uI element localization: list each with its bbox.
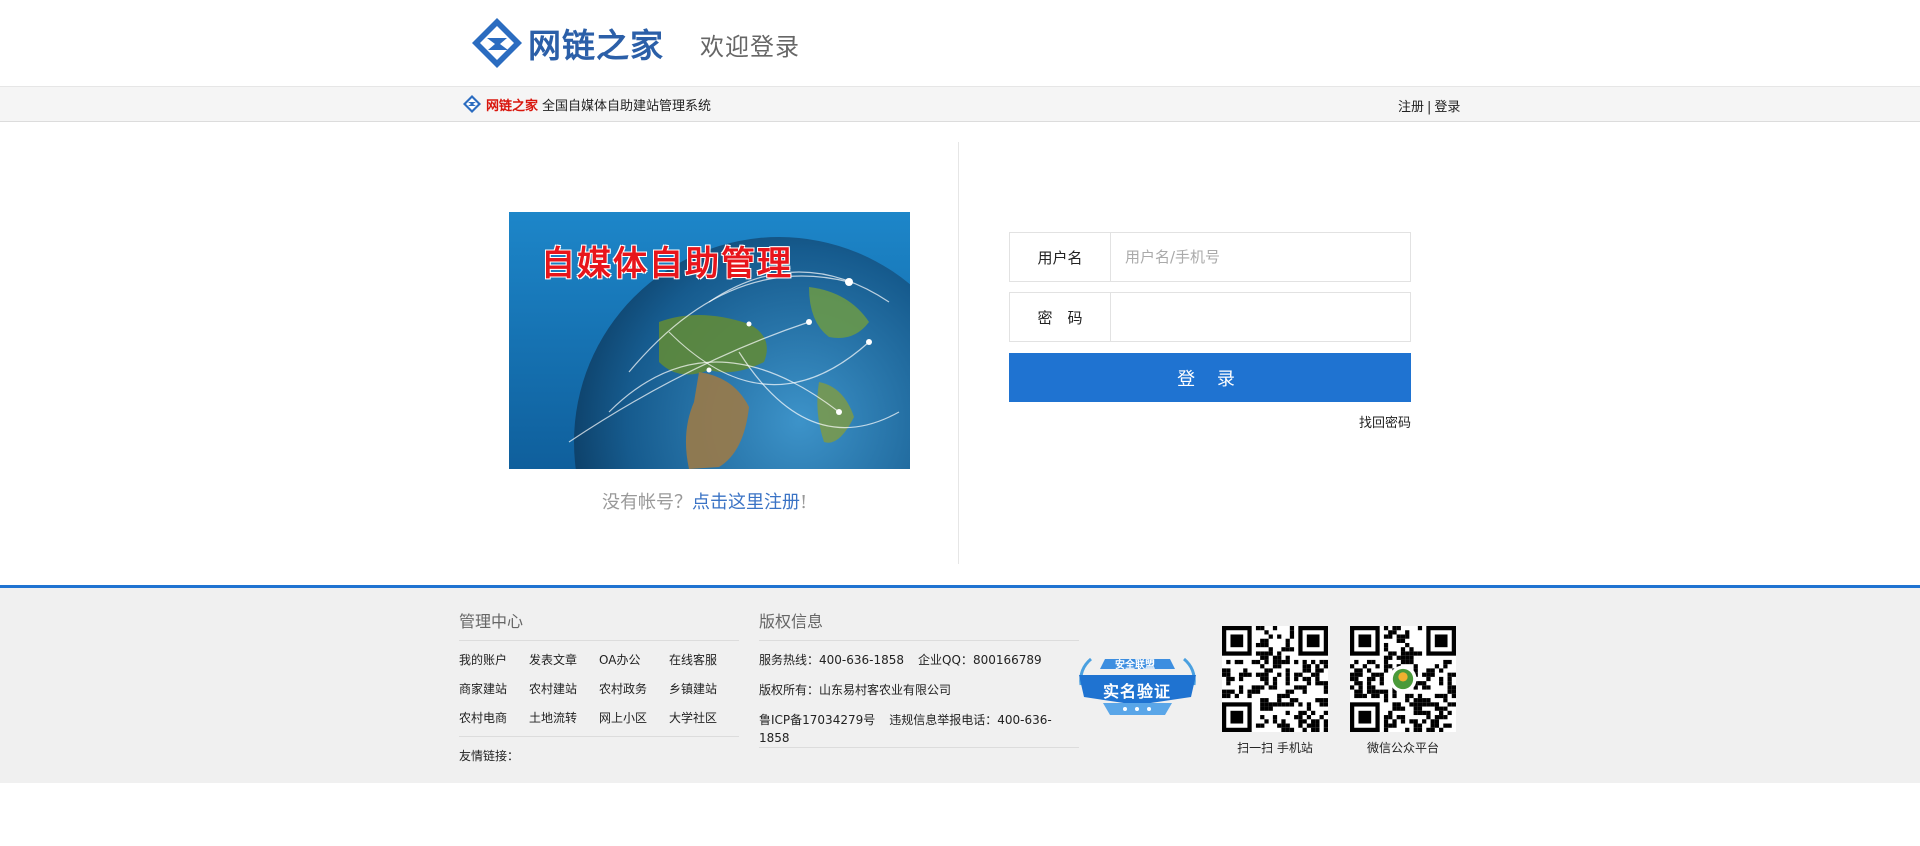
topbar-auth-links: 注册 | 登录 bbox=[1398, 96, 1460, 115]
mobile-qr-caption: 扫一扫 手机站 bbox=[1237, 741, 1313, 755]
copyright-info: 版权信息 服务热线：400-636-1858 企业QQ：800166789 版权所… bbox=[759, 608, 1079, 748]
register-hint: 没有帐号？点击这里注册! bbox=[602, 488, 807, 514]
footer-link-merchant-site[interactable]: 商家建站 bbox=[459, 680, 529, 697]
site-logo[interactable]: 网链之家 bbox=[470, 16, 664, 70]
report-label: 违规信息举报电话： bbox=[889, 713, 998, 727]
username-input[interactable] bbox=[1111, 233, 1410, 281]
footer-link-oa[interactable]: OA办公 bbox=[599, 651, 669, 668]
real-name-verified-badge[interactable]: 安全联盟 实名验证 bbox=[1075, 651, 1200, 721]
banner-title: 自媒体自助管理 bbox=[541, 244, 793, 284]
site-header: 网链之家 欢迎登录 bbox=[0, 0, 1920, 86]
username-field: 用户名 bbox=[1009, 232, 1411, 282]
mobile-qr-code bbox=[1222, 626, 1328, 732]
qq-value: 800166789 bbox=[972, 653, 1042, 667]
footer-link-post-article[interactable]: 发表文章 bbox=[529, 651, 599, 668]
footer-link-online-service[interactable]: 在线客服 bbox=[669, 651, 739, 668]
password-label: 密 码 bbox=[1010, 293, 1111, 341]
footer-link-village-site[interactable]: 农村建站 bbox=[529, 680, 599, 697]
promo-banner: 自媒体自助管理 bbox=[509, 212, 910, 469]
login-link[interactable]: 登录 bbox=[1434, 100, 1460, 115]
login-button[interactable]: 登 录 bbox=[1009, 353, 1411, 402]
management-links: 我的账户 发表文章 OA办公 在线客服 商家建站 农村建站 农村政务 乡镇建站 … bbox=[459, 641, 739, 737]
owner-row: 版权所有：山东易村客农业有限公司 bbox=[759, 681, 1079, 711]
copyright-details: 服务热线：400-636-1858 企业QQ：800166789 版权所有：山东易… bbox=[759, 641, 1079, 748]
footer-link-land-transfer[interactable]: 土地流转 bbox=[529, 709, 599, 726]
password-field: 密 码 bbox=[1009, 292, 1411, 342]
topbar-brand-name: 网链之家 bbox=[486, 98, 539, 114]
icp-row: 鲁ICP备17034279号 违规信息举报电话：400-636-1858 bbox=[759, 711, 1079, 745]
welcome-title: 欢迎登录 bbox=[700, 33, 800, 61]
mini-logo-icon bbox=[463, 95, 481, 113]
footer-link-rural-ecommerce[interactable]: 农村电商 bbox=[459, 709, 529, 726]
forgot-password-link[interactable]: 找回密码 bbox=[1359, 412, 1411, 431]
logo-text: 网链之家 bbox=[528, 26, 664, 65]
badge-main-text: 实名验证 bbox=[1103, 682, 1172, 701]
top-bar: 网链之家 全国自媒体自助建站管理系统 注册 | 登录 bbox=[0, 86, 1920, 122]
register-here-link[interactable]: 点击这里注册 bbox=[692, 492, 800, 513]
password-input[interactable] bbox=[1111, 293, 1410, 341]
vertical-divider bbox=[958, 142, 959, 564]
footer-link-online-community[interactable]: 网上小区 bbox=[599, 709, 669, 726]
qq-label: 企业QQ： bbox=[918, 653, 973, 667]
management-center: 管理中心 我的账户 发表文章 OA办公 在线客服 商家建站 农村建站 农村政务 … bbox=[459, 608, 739, 764]
friend-links-label: 友情链接： bbox=[459, 749, 520, 763]
topbar-description: 全国自媒体自助建站管理系统 bbox=[542, 98, 712, 114]
hotline-value: 400-636-1858 bbox=[819, 653, 905, 667]
owner-value: 山东易村客农业有限公司 bbox=[819, 683, 952, 697]
footer-link-university[interactable]: 大学社区 bbox=[669, 709, 739, 726]
login-form: 用户名 密 码 登 录 找回密码 bbox=[1009, 232, 1411, 431]
footer-link-town-site[interactable]: 乡镇建站 bbox=[669, 680, 739, 697]
hotline-row: 服务热线：400-636-1858 企业QQ：800166789 bbox=[759, 651, 1079, 681]
site-footer: 管理中心 我的账户 发表文章 OA办公 在线客服 商家建站 农村建站 农村政务 … bbox=[0, 585, 1920, 783]
wechat-qr-code bbox=[1350, 626, 1456, 732]
auth-separator: | bbox=[1427, 100, 1432, 115]
register-link[interactable]: 注册 bbox=[1398, 100, 1424, 115]
register-hint-prefix: 没有帐号？ bbox=[602, 492, 692, 513]
hotline-label: 服务热线： bbox=[759, 653, 820, 667]
topbar-brand: 网链之家 全国自媒体自助建站管理系统 bbox=[462, 94, 711, 114]
management-heading: 管理中心 bbox=[459, 608, 739, 641]
register-hint-suffix: ! bbox=[800, 492, 808, 513]
copyright-heading: 版权信息 bbox=[759, 608, 1079, 641]
icp-link[interactable]: 鲁ICP备17034279号 bbox=[759, 713, 875, 727]
username-label: 用户名 bbox=[1010, 233, 1111, 281]
footer-link-my-account[interactable]: 我的账户 bbox=[459, 651, 529, 668]
badge-top-text: 安全联盟 bbox=[1115, 660, 1155, 671]
wechat-qr-caption: 微信公众平台 bbox=[1366, 741, 1439, 755]
logo-icon bbox=[472, 18, 522, 68]
owner-label: 版权所有： bbox=[759, 683, 820, 697]
footer-link-village-affairs[interactable]: 农村政务 bbox=[599, 680, 669, 697]
